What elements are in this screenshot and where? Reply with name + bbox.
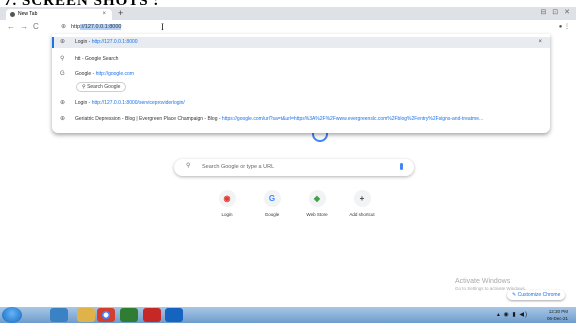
- shortcut-circle: ◉: [218, 190, 236, 207]
- system-tray[interactable]: ▴ ◉ ▮ ◀): [497, 311, 528, 318]
- shortcut-web-store[interactable]: ◆ Web Store: [294, 190, 340, 217]
- suggestion-row[interactable]: ⊕ Login - http://127.0.0.1:8000 ×: [52, 37, 550, 48]
- search-icon: ⚲: [60, 56, 65, 62]
- text-cursor-icon: I: [161, 22, 164, 32]
- globe-icon: ⊕: [60, 100, 66, 106]
- shortcut-add[interactable]: + Add shortcut: [339, 190, 385, 217]
- app-icon[interactable]: [120, 308, 138, 322]
- search-google-chip[interactable]: ⚲ Search Google: [76, 82, 127, 92]
- suggestion-text: Geriatric Depression - Blog | Evergreen …: [75, 116, 484, 122]
- ie-icon[interactable]: [50, 308, 68, 322]
- microphone-icon[interactable]: [400, 163, 403, 170]
- customize-chrome-button[interactable]: ✎ Customize Chrome: [507, 290, 566, 300]
- forward-icon[interactable]: →: [20, 22, 28, 32]
- suggestion-text: htt - Google Search: [75, 56, 119, 62]
- folder-icon[interactable]: [77, 308, 95, 322]
- tab-close-icon[interactable]: ×: [102, 9, 106, 20]
- profile-menu-icon[interactable]: ● ⋮: [559, 23, 570, 30]
- shortcut-label: Google: [264, 212, 280, 217]
- shortcut-circle: G: [263, 190, 281, 207]
- shortcut-label: Web Store: [306, 212, 328, 217]
- back-icon[interactable]: ←: [7, 22, 15, 32]
- shortcut-login[interactable]: ◉ Login: [204, 190, 250, 217]
- shortcut-circle: ◆: [308, 190, 326, 207]
- suggestion-row[interactable]: ⊕ Login - http://127.0.0.1:8000/servicep…: [52, 98, 550, 109]
- title-bar: New Tab × + ⊟ ⊡ ✕: [0, 7, 576, 20]
- suggestion-row[interactable]: ⊕ Geriatric Depression - Blog | Evergree…: [52, 114, 550, 125]
- selection-indicator: [52, 37, 54, 48]
- google-icon: G: [268, 194, 276, 203]
- clock-date: 06-Dec-21: [546, 316, 568, 321]
- browser-toolbar: ← → C http://127.0.0.1:8000 ⊕ I ● ⋮: [0, 20, 576, 34]
- address-typed-text: http: [71, 24, 81, 30]
- window-controls[interactable]: ⊟ ⊡ ✕: [541, 8, 573, 18]
- ntp-search-box[interactable]: ⚲ Search Google or type a URL: [174, 159, 414, 176]
- address-autocomplete-selection: ://127.0.0.1:8000: [80, 24, 122, 30]
- address-bar[interactable]: http://127.0.0.1:8000: [56, 21, 561, 33]
- suggestion-text: Google - http://google.com: [75, 71, 134, 77]
- tab-title: New Tab: [18, 11, 38, 17]
- shortcut-circle: +: [353, 190, 371, 207]
- suggestion-text: Login - http://127.0.0.1:8000: [75, 39, 138, 45]
- pdf-icon[interactable]: [143, 308, 161, 322]
- clock-time: 12:30 PM: [548, 309, 568, 314]
- remove-suggestion-icon[interactable]: ×: [538, 37, 542, 48]
- suggestion-text: Login - http://127.0.0.1:8000/servicepro…: [75, 100, 185, 106]
- new-tab-favicon-icon: [10, 12, 15, 17]
- new-tab-button[interactable]: +: [118, 8, 123, 19]
- chrome-icon[interactable]: [97, 308, 115, 322]
- start-button-icon[interactable]: [2, 307, 22, 323]
- shortcut-label: Add shortcut: [349, 212, 375, 217]
- reload-icon[interactable]: C: [33, 22, 39, 32]
- site-info-icon[interactable]: ⊕: [61, 24, 66, 30]
- login-favicon-icon: ◉: [223, 194, 231, 203]
- shortcut-google[interactable]: G Google: [249, 190, 295, 217]
- windows-taskbar: ▴ ◉ ▮ ◀) 12:30 PM 06-Dec-21: [0, 307, 576, 323]
- taskbar-clock[interactable]: 12:30 PM 06-Dec-21: [547, 308, 568, 322]
- globe-icon: ⊕: [60, 39, 66, 45]
- search-placeholder: Search Google or type a URL: [202, 164, 275, 170]
- window-icon[interactable]: [165, 308, 183, 322]
- omnibox-dropdown: ⊕ Login - http://127.0.0.1:8000 × ⚲ htt …: [52, 34, 550, 133]
- watermark-title: Activate Windows: [455, 278, 511, 285]
- globe-icon: ⊕: [60, 116, 66, 122]
- google-logo-fragment: [312, 132, 328, 142]
- search-icon: ⚲: [186, 163, 191, 169]
- web-store-icon: ◆: [313, 194, 321, 203]
- suggestion-chip-row: ⚲ Search Google: [52, 81, 550, 92]
- suggestion-row[interactable]: ⚲ htt - Google Search: [52, 54, 550, 65]
- shortcut-label: Login: [221, 212, 233, 217]
- suggestion-row[interactable]: G Google - http://google.com: [52, 69, 550, 80]
- plus-icon: +: [359, 194, 365, 203]
- tab-new-tab[interactable]: New Tab ×: [6, 9, 112, 20]
- google-icon: G: [60, 71, 65, 77]
